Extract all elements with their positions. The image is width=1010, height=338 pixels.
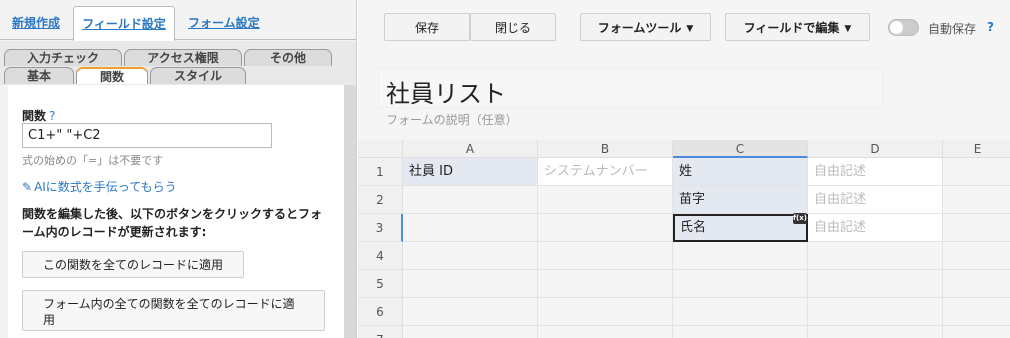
function-description: 関数を編集した後、以下のボタンをクリックするとフォーム内のレコードが更新されます…	[22, 207, 323, 239]
grid-corner	[358, 140, 403, 158]
function-help-icon[interactable]: ?	[49, 109, 55, 123]
edit-by-field-dropdown[interactable]: フィールドで編集 ▼	[725, 13, 870, 41]
cell-d6[interactable]	[808, 298, 943, 326]
tab-access-rights[interactable]: アクセス権限	[124, 49, 242, 66]
cell-a3[interactable]	[403, 214, 538, 242]
row-header-7[interactable]: 7	[358, 326, 403, 338]
ai-formula-help-link[interactable]: ✎ AIに数式を手伝ってもらう	[22, 178, 177, 195]
panel-scrollbar[interactable]	[344, 85, 356, 338]
cell-b4[interactable]	[538, 242, 673, 270]
column-header-d[interactable]: D	[808, 140, 943, 158]
edit-by-field-label: フィールドで編集	[743, 21, 840, 35]
apply-all-functions-button[interactable]: フォーム内の全ての関数を全てのレコードに適用	[22, 290, 325, 331]
row-header-5[interactable]: 5	[358, 270, 403, 298]
row-header-3[interactable]: 3	[358, 214, 403, 242]
cell-a6[interactable]	[403, 298, 538, 326]
nav-new-link[interactable]: 新規作成	[12, 0, 60, 40]
tab-style[interactable]: スタイル	[150, 67, 246, 84]
autosave-help-icon[interactable]: ?	[987, 20, 994, 34]
column-header-a[interactable]: A	[403, 140, 538, 158]
tab-other[interactable]: その他	[244, 49, 332, 66]
cell-d1[interactable]: 自由記述	[808, 158, 943, 186]
cell-d2[interactable]: 自由記述	[808, 186, 943, 214]
function-panel: 関数? 式の始めの「=」は不要です ✎AIに数式を手伝ってもらう 関数を編集した…	[8, 85, 344, 338]
form-editor: 保存 閉じる フォームツール ▼ フィールドで編集 ▼ 自動保存 ? 社員リスト フ…	[358, 0, 1010, 338]
function-indicator-icon: f(x)	[793, 213, 807, 224]
toggle-knob	[890, 21, 903, 34]
cell-e1[interactable]	[943, 158, 1010, 186]
save-button[interactable]: 保存	[384, 13, 470, 41]
column-header-e[interactable]: E	[943, 140, 1010, 158]
tab-input-check[interactable]: 入力チェック	[4, 49, 122, 66]
cell-c5[interactable]	[673, 270, 808, 298]
cell-e2[interactable]	[943, 186, 1010, 214]
cell-e7[interactable]	[943, 326, 1010, 338]
apply-function-all-records-button[interactable]: この関数を全てのレコードに適用	[22, 251, 244, 278]
cell-c4[interactable]	[673, 242, 808, 270]
function-label: 関数?	[22, 107, 55, 124]
caret-down-icon: ▼	[844, 24, 852, 34]
cell-b6[interactable]	[538, 298, 673, 326]
cell-b7[interactable]	[538, 326, 673, 338]
column-header-c[interactable]: C	[673, 140, 808, 158]
cell-b3[interactable]	[538, 214, 673, 242]
column-header-b[interactable]: B	[538, 140, 673, 158]
tab-basic[interactable]: 基本	[4, 67, 74, 84]
autosave-toggle[interactable]	[888, 19, 919, 36]
cell-b2[interactable]	[538, 186, 673, 214]
cell-e4[interactable]	[943, 242, 1010, 270]
close-button[interactable]: 閉じる	[470, 13, 556, 41]
cell-d3[interactable]: 自由記述	[808, 214, 943, 242]
row-header-1[interactable]: 1	[358, 158, 403, 186]
nav-form-settings-link[interactable]: フォーム設定	[188, 0, 260, 40]
cell-a4[interactable]	[403, 242, 538, 270]
cell-b5[interactable]	[538, 270, 673, 298]
spreadsheet-grid: A B C D E 1 社員 ID システムナンバー姓自由記述 2 苗字 自由記述 3 氏名 自由記述 4 5…	[358, 140, 1010, 338]
settings-tabs: 入力チェック アクセス権限 その他 基本 関数 スタイル	[0, 41, 356, 85]
function-input[interactable]	[22, 123, 272, 148]
tab-function[interactable]: 関数	[76, 67, 148, 84]
cell-b1[interactable]: システムナンバー	[538, 158, 673, 186]
row-header-4[interactable]: 4	[358, 242, 403, 270]
form-tools-dropdown[interactable]: フォームツール ▼	[580, 13, 711, 41]
cell-c7[interactable]	[673, 326, 808, 338]
cell-d7[interactable]	[808, 326, 943, 338]
cell-e3[interactable]	[943, 214, 1010, 242]
form-tools-label: フォームツール	[597, 21, 682, 35]
cell-c1[interactable]: 姓	[673, 158, 808, 186]
ai-link-text: AIに数式を手伝ってもらう	[34, 180, 177, 194]
cell-e5[interactable]	[943, 270, 1010, 298]
cell-c6[interactable]	[673, 298, 808, 326]
left-settings-panel: 新規作成 フィールド設定 フォーム設定 入力チェック アクセス権限 その他 基本…	[0, 0, 357, 338]
cell-d4[interactable]	[808, 242, 943, 270]
top-navigation: 新規作成 フィールド設定 フォーム設定	[0, 0, 356, 47]
function-label-text: 関数	[22, 109, 47, 123]
cell-a5[interactable]	[403, 270, 538, 298]
sheet-title[interactable]: 社員リスト	[386, 74, 506, 109]
pencil-icon: ✎	[22, 180, 33, 194]
cell-c2[interactable]: 苗字	[673, 186, 808, 214]
caret-down-icon: ▼	[686, 24, 694, 34]
function-hint: 式の始めの「=」は不要です	[22, 154, 164, 167]
cell-a1[interactable]: 社員 ID	[403, 158, 538, 186]
row-header-2[interactable]: 2	[358, 186, 403, 214]
sheet-description-placeholder[interactable]: フォームの説明（任意）	[386, 111, 518, 128]
cell-c3[interactable]: 氏名	[673, 214, 808, 242]
cell-a7[interactable]	[403, 326, 538, 338]
cell-a2[interactable]	[403, 186, 538, 214]
cell-e6[interactable]	[943, 298, 1010, 326]
autosave-label: 自動保存	[928, 22, 977, 36]
row-header-6[interactable]: 6	[358, 298, 403, 326]
cell-d5[interactable]	[808, 270, 943, 298]
